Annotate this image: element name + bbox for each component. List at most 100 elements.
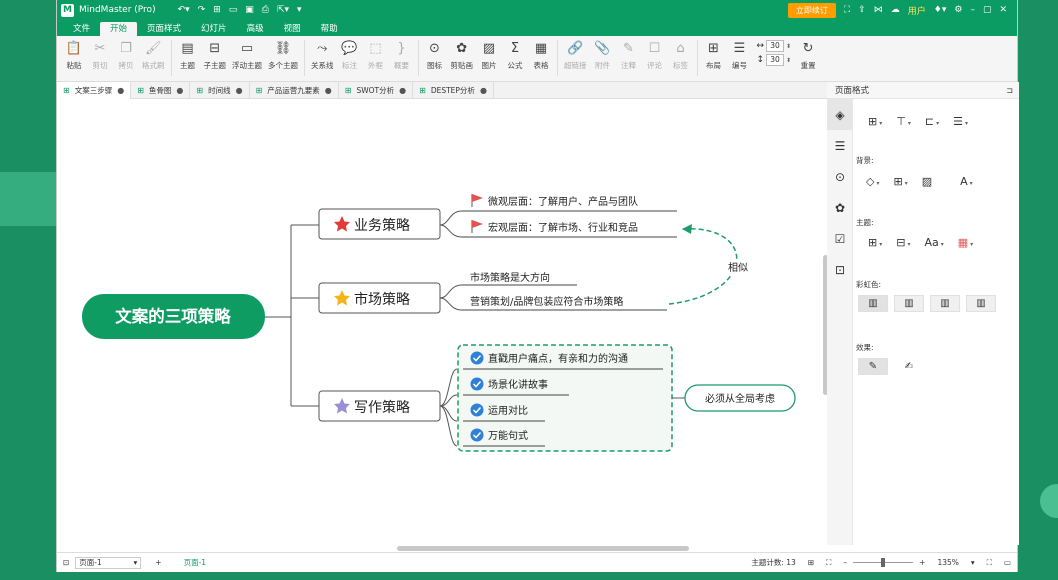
leaf-topic[interactable]: 直戳用户痛点，有亲和力的沟通	[488, 352, 628, 365]
clipart-button[interactable]: ✿ 剪贴画	[448, 36, 477, 71]
leaf-topic[interactable]: 营销策划/品牌包装应符合市场策略	[470, 295, 623, 308]
fill-bucket-icon[interactable]: ◇ ▾	[866, 175, 879, 188]
leaf-topic[interactable]: 市场策略是大方向	[470, 271, 550, 284]
boundary-button[interactable]: ⬚ 外框	[363, 36, 389, 71]
theme-grid-icon[interactable]: ⊞ ▾	[868, 236, 882, 249]
settings-icon[interactable]: ⚙	[954, 5, 962, 15]
color-palette-icon[interactable]: ▦ ▾	[958, 236, 973, 249]
tab-close-icon[interactable]: ●	[176, 86, 183, 95]
more-icon[interactable]: ▾	[297, 5, 302, 15]
minimize-icon[interactable]: –	[970, 5, 975, 15]
mindmap-canvas[interactable]: 文案的三项策略 业务策略 市场策略 写作策略 微观层面：了解用户、产品与团队 宏…	[57, 99, 827, 545]
zoom-in-icon[interactable]: +	[913, 558, 931, 567]
redo-icon[interactable]: ↷	[198, 5, 206, 15]
export-icon[interactable]: ⇱▾	[277, 5, 289, 15]
vertical-spacing-input[interactable]: 30	[766, 54, 785, 66]
reset-button[interactable]: ↻ 重置	[795, 36, 821, 71]
pin-icon[interactable]: ⊐	[1006, 86, 1013, 95]
cloud-icon[interactable]: ☁	[891, 5, 900, 15]
fit-width-icon[interactable]: ⛶	[820, 558, 837, 568]
menu-slides[interactable]: 幻灯片	[191, 22, 237, 36]
rainbow-option-button[interactable]: ▥	[930, 295, 960, 312]
subtopic-button[interactable]: ⊟ 子主题	[201, 36, 230, 71]
float-topic-button[interactable]: ▭ 浮动主题	[229, 36, 265, 71]
outline-tab-icon[interactable]: ☰	[827, 130, 853, 161]
new-icon[interactable]: ⊞	[213, 5, 221, 15]
icon-tab-icon[interactable]: ⊙	[827, 161, 853, 192]
menu-view[interactable]: 视图	[274, 22, 311, 36]
tab-document[interactable]: ⊞ 鱼骨图 ●	[131, 81, 191, 99]
fullscreen-icon[interactable]: ⛶	[844, 5, 850, 15]
branch-topic[interactable]: 写作策略	[354, 399, 410, 416]
maximize-icon[interactable]: ▢	[983, 5, 992, 15]
text-box-icon[interactable]: A ▾	[960, 175, 973, 188]
zoom-level[interactable]: 135%	[931, 558, 964, 567]
icon-button[interactable]: ⊙ 图标	[422, 36, 448, 71]
zoom-out-icon[interactable]: –	[837, 558, 853, 567]
summary-button[interactable]: } 概要	[389, 36, 415, 71]
format-painter-button[interactable]: 🖌 格式刷	[139, 36, 168, 71]
effect-normal-button[interactable]: ✎	[858, 358, 888, 375]
theme-font-button[interactable]: Aa ▾	[924, 236, 943, 249]
save-icon[interactable]: ▣	[245, 5, 254, 15]
slide-tab-icon[interactable]: ⊡	[827, 254, 853, 285]
leaf-topic[interactable]: 万能句式	[488, 429, 528, 442]
page-layout-icon[interactable]: ⊡	[57, 558, 75, 567]
tab-document[interactable]: ⊞ 时间线 ●	[190, 81, 250, 99]
multi-topic-button[interactable]: ⛓ 多个主题	[265, 36, 301, 71]
chevron-down-icon[interactable]: ▾	[965, 558, 981, 567]
comment-button[interactable]: ☐ 评论	[642, 36, 668, 71]
window-icon[interactable]: ▭	[998, 558, 1017, 567]
menu-page-style[interactable]: 页面样式	[137, 22, 191, 36]
list-style-icon[interactable]: ☰ ▾	[953, 115, 968, 128]
relation-label[interactable]: 相似	[728, 261, 748, 274]
page-format-tab-icon[interactable]: ◈	[827, 99, 853, 130]
close-icon[interactable]: ✕	[999, 5, 1007, 15]
task-tab-icon[interactable]: ☑	[827, 223, 853, 254]
shirt-icon[interactable]: ♦▾	[934, 5, 947, 15]
share-icon[interactable]: ⋈	[874, 5, 883, 15]
fit-page-icon[interactable]: ⊞	[802, 558, 820, 567]
numbering-button[interactable]: ☰ 编号	[727, 36, 753, 71]
hyperlink-button[interactable]: 🔗 超链接	[561, 36, 590, 71]
branch-topic[interactable]: 业务策略	[354, 217, 410, 234]
horizontal-spacing-input[interactable]: 30	[766, 40, 785, 52]
zoom-slider[interactable]	[853, 557, 914, 568]
publish-icon[interactable]: ⇪	[858, 5, 866, 15]
menu-file[interactable]: 文件	[63, 22, 100, 36]
cut-button[interactable]: ✂ 剪切	[87, 36, 113, 71]
menu-home[interactable]: 开始	[100, 22, 138, 36]
page-select[interactable]: 页面-1 ▾	[75, 556, 142, 569]
copy-button[interactable]: ❐ 拷贝	[113, 36, 139, 71]
tab-close-icon[interactable]: ●	[480, 86, 487, 95]
menu-help[interactable]: 帮助	[311, 22, 348, 36]
tab-document[interactable]: ⊞ 产品运营九要素 ●	[250, 81, 339, 99]
fullscreen-icon[interactable]: ⛶	[981, 558, 998, 568]
theme-layout-icon[interactable]: ⊟ ▾	[896, 236, 910, 249]
open-icon[interactable]: ▭	[229, 5, 238, 15]
spin-arrows-icon[interactable]: ⬍	[786, 43, 791, 50]
attachment-button[interactable]: 📎 附件	[590, 36, 616, 71]
paste-button[interactable]: 📋 粘贴	[61, 36, 87, 71]
horizontal-scrollbar[interactable]	[397, 546, 689, 551]
menu-advanced[interactable]: 高级	[237, 22, 274, 36]
undo-icon[interactable]: ↶▾	[178, 5, 190, 15]
relation-button[interactable]: ⤳ 关系线	[308, 36, 337, 71]
layout-button[interactable]: ⊞ 布局	[701, 36, 727, 71]
bg-image-icon[interactable]: ⊞ ▾	[893, 175, 907, 188]
leaf-topic[interactable]: 微观层面：了解用户、产品与团队	[488, 195, 638, 208]
add-page-icon[interactable]: +	[149, 558, 167, 567]
note-button[interactable]: ✎ 注释	[616, 36, 642, 71]
upgrade-button[interactable]: 立即续订	[787, 2, 836, 18]
picture-button[interactable]: ▨ 图片	[476, 36, 502, 71]
effect-handdrawn-button[interactable]: ✍	[894, 358, 924, 375]
connector-style-icon[interactable]: ⊏ ▾	[925, 115, 939, 128]
table-button[interactable]: ▦ 表格	[528, 36, 554, 71]
tab-close-icon[interactable]: ●	[399, 86, 406, 95]
branch-topic[interactable]: 市场策略	[354, 291, 410, 308]
tab-document[interactable]: ⊞ 文案三步骤 ●	[57, 81, 132, 99]
formula-button[interactable]: Σ 公式	[502, 36, 528, 71]
tab-close-icon[interactable]: ●	[325, 86, 332, 95]
rainbow-option-button[interactable]: ▥	[966, 295, 996, 312]
summary-topic[interactable]: 必须从全局考虑	[705, 392, 775, 405]
